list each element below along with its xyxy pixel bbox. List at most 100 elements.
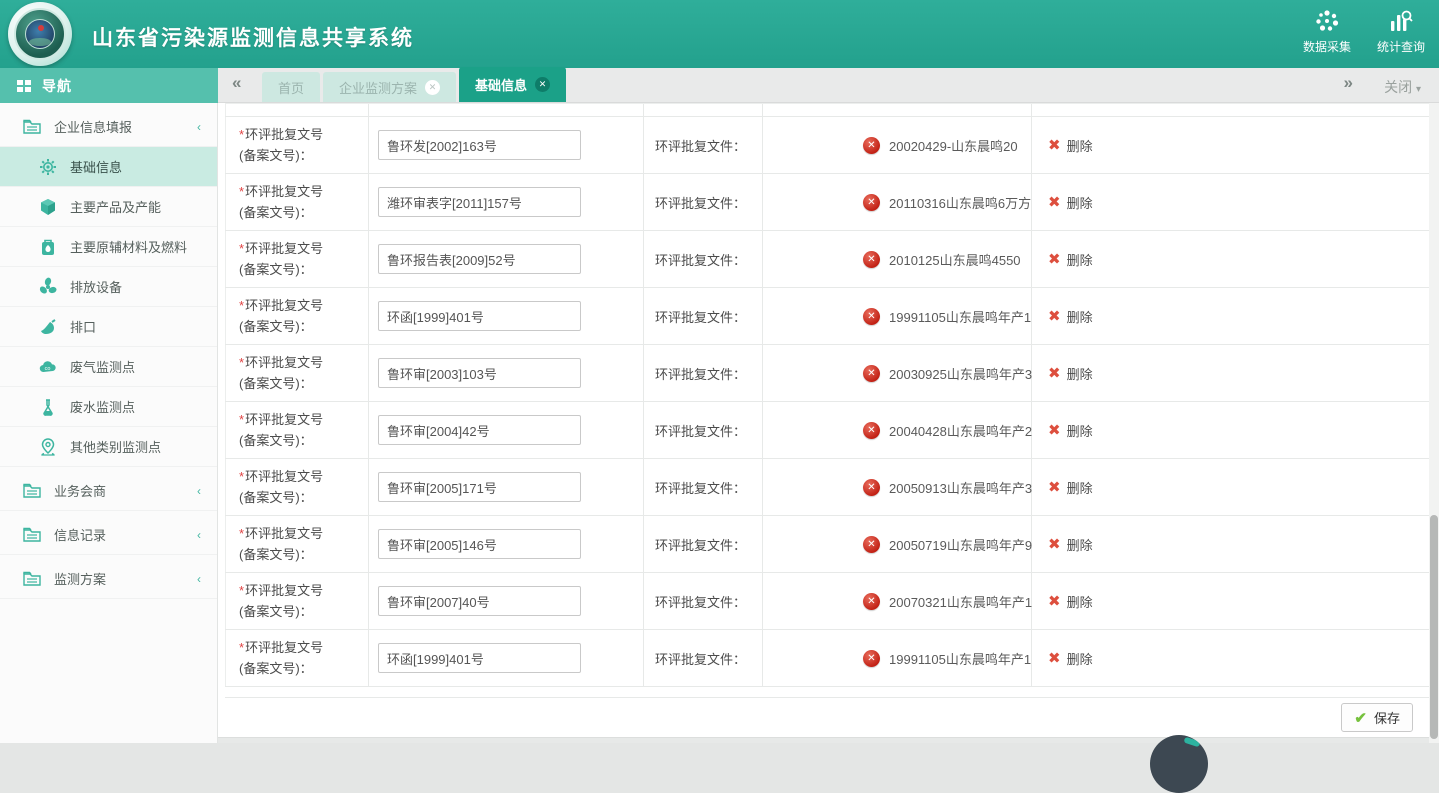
doc-no-input[interactable]	[378, 415, 581, 445]
sidebar-item-10[interactable]: 业务会商‹	[0, 471, 217, 511]
file-label: 环评批复文件：	[655, 649, 746, 668]
file-name[interactable]: 20110316山东晨鸣6万方	[889, 193, 1031, 212]
tab-2[interactable]: 企业监测方案✕	[323, 72, 456, 102]
delete-x-icon: ✖	[1048, 364, 1061, 382]
file-name[interactable]: 20050719山东晨鸣年产9	[889, 535, 1032, 554]
scrollbar-thumb[interactable]	[1430, 515, 1438, 739]
delete-button[interactable]: ✖删除	[1032, 573, 1430, 629]
statistics-query-button[interactable]: 统计查询	[1377, 8, 1425, 55]
tab-3[interactable]: 基础信息✕	[459, 67, 566, 102]
folder-icon	[22, 117, 42, 137]
chevron-left-icon: ‹	[197, 484, 201, 498]
doc-no-input[interactable]	[378, 130, 581, 160]
doc-no-label: *环评批复文号(备案文号)：	[239, 352, 323, 395]
sidebar-item-2[interactable]: 基础信息	[0, 147, 217, 187]
remove-file-icon[interactable]: ✕	[863, 251, 880, 268]
close-menu-dropdown[interactable]: 关闭 ▾	[1384, 77, 1421, 97]
remove-file-icon[interactable]: ✕	[863, 194, 880, 211]
delete-button[interactable]: ✖删除	[1032, 630, 1430, 686]
tab-close-icon[interactable]: ✕	[425, 80, 440, 95]
file-name[interactable]: 20040428山东晨鸣年产2	[889, 421, 1032, 440]
doc-no-input[interactable]	[378, 358, 581, 388]
tab-close-icon[interactable]: ✕	[535, 77, 550, 92]
remove-file-icon[interactable]: ✕	[863, 422, 880, 439]
delete-x-icon: ✖	[1048, 535, 1061, 553]
delete-button[interactable]: ✖删除	[1032, 288, 1430, 344]
doc-no-input[interactable]	[378, 529, 581, 559]
delete-button[interactable]: ✖删除	[1032, 174, 1430, 230]
remove-file-icon[interactable]: ✕	[863, 137, 880, 154]
chevron-left-icon: ‹	[197, 120, 201, 134]
delete-button[interactable]: ✖删除	[1032, 516, 1430, 572]
doc-no-label: *环评批复文号(备案文号)：	[239, 409, 323, 452]
doc-no-input[interactable]	[378, 643, 581, 673]
required-mark: *	[239, 241, 244, 256]
delete-label: 删除	[1067, 250, 1093, 269]
doc-no-input[interactable]	[378, 586, 581, 616]
remove-file-icon[interactable]: ✕	[863, 308, 880, 325]
file-name[interactable]: 2010125山东晨鸣4550	[889, 250, 1021, 269]
vertical-scrollbar[interactable]	[1429, 103, 1439, 743]
tab-scroll-right-icon[interactable]: »	[1344, 73, 1351, 93]
delete-label: 删除	[1067, 307, 1093, 326]
file-name[interactable]: 20020429-山东晨鸣20	[889, 136, 1018, 155]
app-header: 山东省污染源监测信息共享系统 数据采集	[0, 0, 1439, 68]
delete-x-icon: ✖	[1048, 478, 1061, 496]
delete-button[interactable]: ✖删除	[1032, 402, 1430, 458]
tab-1[interactable]: 首页	[262, 72, 320, 102]
file-name[interactable]: 19991105山东晨鸣年产1	[889, 649, 1031, 668]
sidebar-item-12[interactable]: 监测方案‹	[0, 559, 217, 599]
gas-cloud-icon: co	[38, 357, 58, 377]
file-name[interactable]: 19991105山东晨鸣年产1	[889, 307, 1031, 326]
delete-button[interactable]: ✖删除	[1032, 345, 1430, 401]
doc-no-label: *环评批复文号(备案文号)：	[239, 124, 323, 167]
required-mark: *	[239, 355, 244, 370]
delete-button[interactable]: ✖删除	[1032, 231, 1430, 287]
doc-no-input[interactable]	[378, 187, 581, 217]
sidebar-item-9[interactable]: 其他类别监测点	[0, 427, 217, 467]
remove-file-icon[interactable]: ✕	[863, 536, 880, 553]
sidebar-item-8[interactable]: 废水监测点	[0, 387, 217, 427]
delete-button[interactable]: ✖删除	[1032, 117, 1430, 173]
sidebar-item-7[interactable]: co 废气监测点	[0, 347, 217, 387]
stats-search-icon	[1388, 8, 1414, 34]
sidebar-item-label: 企业信息填报	[54, 117, 132, 136]
tab-scroll-left-icon[interactable]: «	[232, 73, 239, 93]
sidebar-item-4[interactable]: 主要原辅材料及燃料	[0, 227, 217, 267]
file-name[interactable]: 20030925山东晨鸣年产3	[889, 364, 1032, 383]
doc-no-label: *环评批复文号(备案文号)：	[239, 580, 323, 623]
bottom-strip	[218, 737, 1439, 743]
doc-no-input[interactable]	[378, 472, 581, 502]
data-collection-button[interactable]: 数据采集	[1303, 8, 1351, 55]
file-label: 环评批复文件：	[655, 478, 746, 497]
sidebar-item-3[interactable]: 主要产品及产能	[0, 187, 217, 227]
location-pin-icon	[38, 437, 58, 457]
required-mark: *	[239, 412, 244, 427]
sidebar-item-5[interactable]: 排放设备	[0, 267, 217, 307]
save-button[interactable]: ✔ 保存	[1341, 703, 1413, 732]
doc-no-input[interactable]	[378, 301, 581, 331]
sidebar-item-11[interactable]: 信息记录‹	[0, 515, 217, 555]
sidebar-item-6[interactable]: 排口	[0, 307, 217, 347]
sidebar-item-label: 废气监测点	[70, 357, 135, 376]
doc-no-label: *环评批复文号(备案文号)：	[239, 181, 323, 224]
remove-file-icon[interactable]: ✕	[863, 650, 880, 667]
remove-file-icon[interactable]: ✕	[863, 593, 880, 610]
doc-no-input[interactable]	[378, 244, 581, 274]
file-label: 环评批复文件：	[655, 364, 746, 383]
file-name[interactable]: 20050913山东晨鸣年产3	[889, 478, 1032, 497]
nav-title: 导航	[42, 76, 72, 96]
floating-widget[interactable]	[1150, 735, 1208, 793]
delete-button[interactable]: ✖删除	[1032, 459, 1430, 515]
file-name[interactable]: 20070321山东晨鸣年产1	[889, 592, 1032, 611]
chevron-down-icon: ▾	[1416, 84, 1421, 95]
header-actions: 数据采集 统计查询	[1303, 8, 1425, 55]
delete-x-icon: ✖	[1048, 649, 1061, 667]
file-label: 环评批复文件：	[655, 250, 746, 269]
folder-icon	[22, 481, 42, 501]
remove-file-icon[interactable]: ✕	[863, 365, 880, 382]
logo-wreath-ring	[14, 8, 66, 60]
remove-file-icon[interactable]: ✕	[863, 479, 880, 496]
tab-label: 首页	[278, 78, 304, 97]
sidebar-item-1[interactable]: 企业信息填报 ‹	[0, 107, 217, 147]
